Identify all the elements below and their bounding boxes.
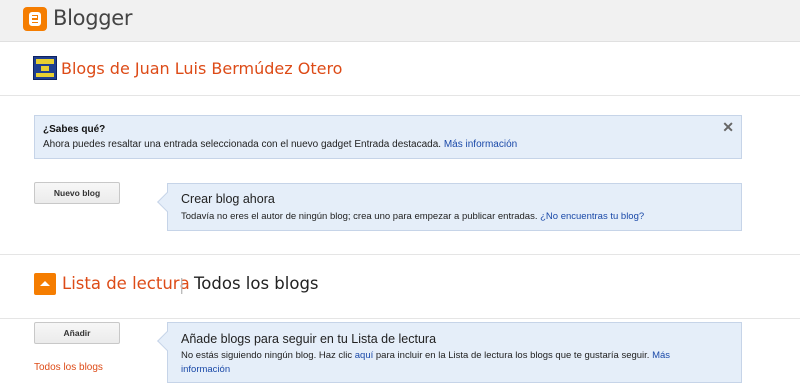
callout-message: Todavía no eres el autor de ningún blog;…: [181, 211, 538, 222]
tab-separator: |: [179, 275, 185, 294]
callout-pointer: [157, 331, 177, 351]
callout-text: Todavía no eres el autor de ningún blog;…: [181, 210, 644, 224]
tip-title: ¿Sabes qué?: [43, 124, 106, 135]
callout-text: No estás siguiendo ningún blog. Haz clic…: [181, 349, 726, 377]
find-blog-link[interactable]: ¿No encuentras tu blog?: [540, 211, 644, 222]
tip-more-info-link[interactable]: Más información: [444, 139, 517, 150]
blog-title-link[interactable]: Blogs de Juan Luis Bermúdez Otero: [61, 59, 342, 78]
add-button[interactable]: Añadir: [34, 322, 120, 344]
callout-message-2: para incluir en la Lista de lectura los …: [375, 350, 650, 361]
reading-list-header: Lista de lectura | Todos los blogs: [0, 255, 800, 319]
close-icon[interactable]: ✕: [722, 119, 734, 136]
blog-avatar-icon[interactable]: [33, 56, 57, 80]
app-name[interactable]: Blogger: [53, 6, 133, 30]
callout-title: Crear blog ahora: [181, 192, 275, 206]
new-blog-button[interactable]: Nuevo blog: [34, 182, 120, 204]
callout-pointer: [157, 192, 177, 212]
top-bar: Blogger: [0, 0, 800, 42]
callout-title: Añade blogs para seguir en tu Lista de l…: [181, 332, 437, 346]
more-info-link-continued[interactable]: información: [181, 364, 230, 375]
tab-all-blogs[interactable]: Todos los blogs: [194, 274, 319, 293]
here-link[interactable]: aquí: [355, 350, 374, 361]
tip-message: Ahora puedes resaltar una entrada selecc…: [43, 139, 442, 150]
tip-notice: ¿Sabes qué? Ahora puedes resaltar una en…: [34, 115, 742, 159]
tip-text: Ahora puedes resaltar una entrada selecc…: [43, 139, 517, 150]
collapse-toggle-icon[interactable]: [34, 273, 56, 295]
tab-reading-list[interactable]: Lista de lectura: [62, 274, 190, 293]
reading-list-callout: Añade blogs para seguir en tu Lista de l…: [157, 322, 742, 383]
callout-message-1: No estás siguiendo ningún blog. Haz clic: [181, 350, 353, 361]
more-info-link[interactable]: Más: [652, 350, 670, 361]
all-blogs-link[interactable]: Todos los blogs: [34, 362, 103, 373]
blog-header: Blogs de Juan Luis Bermúdez Otero: [0, 43, 800, 96]
create-blog-callout: Crear blog ahora Todavía no eres el auto…: [157, 183, 742, 231]
blogger-logo-icon[interactable]: [23, 7, 47, 31]
